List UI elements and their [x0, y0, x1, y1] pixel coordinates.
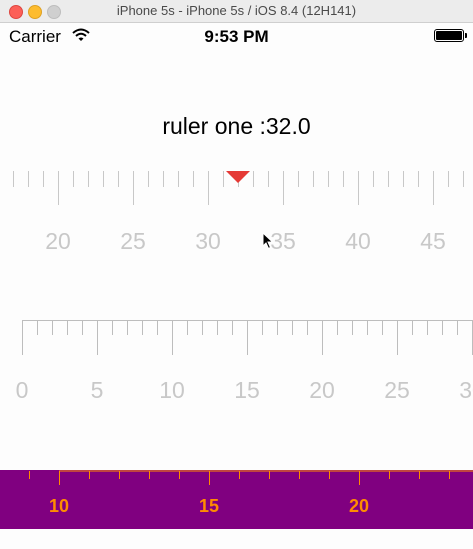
- battery-icon: [434, 29, 464, 42]
- simulator-titlebar: iPhone 5s - iPhone 5s / iOS 8.4 (12H141): [0, 0, 473, 23]
- ruler-one-tick-label: 25: [120, 228, 146, 254]
- ruler-three[interactable]: 10 15 20: [0, 470, 473, 529]
- ruler-one-value-label: ruler one :32.0: [162, 113, 311, 139]
- ruler-one-tick-label: 30: [195, 228, 221, 254]
- ruler-one[interactable]: 20 25 30 35 40 45: [0, 165, 473, 265]
- ruler-one-tick-label: 40: [345, 228, 371, 254]
- window-title: iPhone 5s - iPhone 5s / iOS 8.4 (12H141): [116, 3, 357, 18]
- battery-tip: [465, 33, 467, 38]
- status-bar: Carrier 9:53 PM: [0, 22, 473, 50]
- ruler-two-tick-label: 0: [16, 377, 29, 403]
- ruler-two-tick-label: 5: [91, 377, 104, 403]
- ruler-two[interactable]: 0 5 10 15 20 25 30: [0, 315, 473, 410]
- ruler-two-tick-label: 15: [234, 377, 260, 403]
- mouse-pointer-icon: [262, 232, 274, 250]
- ruler-one-tick-label: 35: [270, 228, 296, 254]
- ruler-two-tick-label: 10: [159, 377, 185, 403]
- ruler-two-tick-label: 20: [309, 377, 335, 403]
- ruler-one-tick-label: 20: [45, 228, 71, 254]
- ruler-three-tick-label: 10: [49, 496, 69, 516]
- ruler-two-tick-label: 25: [384, 377, 410, 403]
- ruler-one-tick-label: 45: [420, 228, 446, 254]
- ruler-indicator-icon: [226, 171, 250, 183]
- ruler-two-tick-label: 30: [459, 377, 473, 403]
- ruler-three-tick-label: 15: [199, 496, 219, 516]
- status-time: 9:53 PM: [204, 27, 269, 46]
- ruler-three-tick-label: 20: [349, 496, 369, 516]
